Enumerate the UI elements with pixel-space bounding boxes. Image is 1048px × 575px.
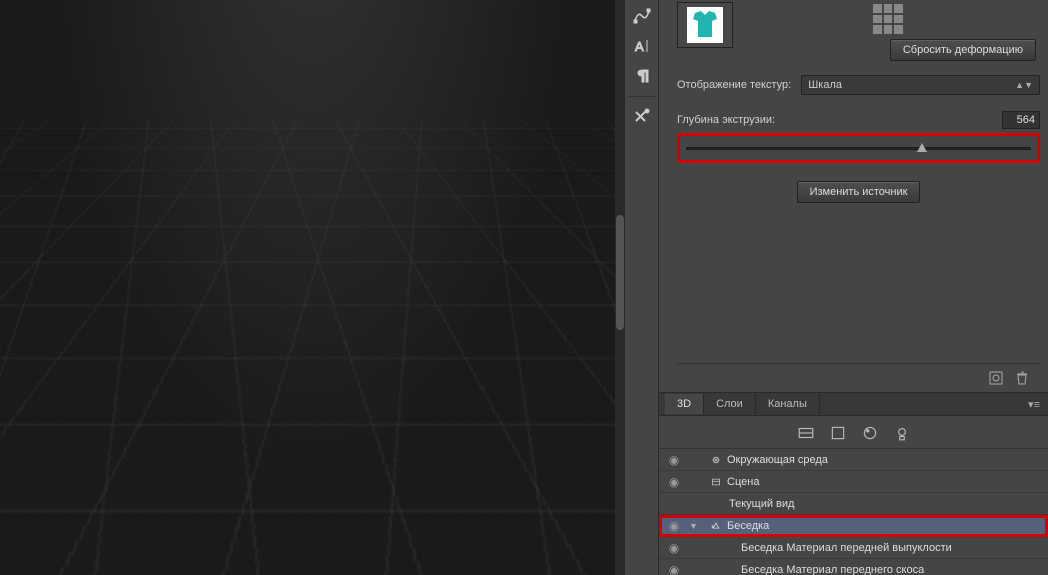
visibility-toggle-icon[interactable]: ◉ <box>665 541 683 555</box>
properties-panel: Сбросить деформацию Отображение текстур:… <box>659 0 1048 392</box>
canvas-vertical-scrollbar[interactable] <box>615 0 625 575</box>
visibility-toggle-icon[interactable]: ◉ <box>665 563 683 575</box>
filter-scene-icon[interactable] <box>797 424 815 442</box>
extrusion-depth-slider-highlight <box>677 133 1040 163</box>
tree-label: Беседка <box>727 520 769 532</box>
scrollbar-thumb[interactable] <box>616 215 624 330</box>
reset-deform-button[interactable]: Сбросить деформацию <box>890 39 1036 61</box>
panel-tabs: 3D Слои Каналы ▾≡ <box>659 392 1048 416</box>
vertical-tool-strip: A <box>625 0 659 575</box>
canvas-3d-viewport[interactable] <box>0 0 625 575</box>
ground-plane-grid <box>0 0 625 120</box>
extrusion-depth-input[interactable] <box>1002 111 1040 129</box>
twisty-expanded-icon[interactable]: ▼ <box>689 521 699 531</box>
texture-display-select[interactable]: Шкала ▲▼ <box>801 75 1040 95</box>
vertical-text-tool-icon[interactable]: A <box>628 32 656 60</box>
tab-channels[interactable]: Каналы <box>756 394 820 414</box>
tree-label: Текущий вид <box>729 498 794 510</box>
tree-label: Окружающая среда <box>727 454 828 466</box>
scene-icon <box>705 474 721 490</box>
tree-row-material-front-bulge[interactable]: ◉ Беседка Материал передней выпуклости <box>659 537 1048 559</box>
settings-tool-icon[interactable] <box>628 96 656 130</box>
tree-row-besedka[interactable]: ◉ ▼ Беседка <box>659 515 1048 537</box>
deform-preset-grid-icon[interactable] <box>873 4 903 34</box>
mesh-icon <box>705 518 721 534</box>
visibility-toggle-icon[interactable]: ◉ <box>665 475 683 489</box>
panel-menu-icon[interactable]: ▾≡ <box>1020 398 1048 411</box>
3d-filter-bar <box>659 416 1048 449</box>
texture-display-label: Отображение текстур: <box>677 79 791 91</box>
filter-mesh-icon[interactable] <box>829 424 847 442</box>
tab-layers[interactable]: Слои <box>704 394 756 414</box>
visibility-toggle-icon[interactable]: ◉ <box>665 453 683 467</box>
tree-label: Беседка Материал передней выпуклости <box>741 542 952 554</box>
environment-icon <box>705 452 721 468</box>
extrusion-depth-label: Глубина экструзии: <box>677 114 775 126</box>
right-panel: Сбросить деформацию Отображение текстур:… <box>659 0 1048 575</box>
slider-thumb[interactable] <box>917 143 927 152</box>
extrusion-depth-slider[interactable] <box>686 147 1031 150</box>
svg-text:A: A <box>635 39 644 54</box>
edit-source-button[interactable]: Изменить источник <box>797 181 921 203</box>
material-icon <box>705 540 735 556</box>
trash-icon[interactable] <box>1014 370 1030 386</box>
tree-row-current-view[interactable]: Текущий вид <box>659 493 1048 515</box>
visibility-toggle-icon[interactable]: ◉ <box>665 519 683 533</box>
tab-3d[interactable]: 3D <box>665 394 704 414</box>
shape-preset-thumbnail[interactable] <box>677 2 733 48</box>
warp-tool-icon[interactable] <box>628 2 656 30</box>
material-icon <box>705 562 735 575</box>
tree-row-environment[interactable]: ◉ Окружающая среда <box>659 449 1048 471</box>
tree-row-scene[interactable]: ◉ Сцена <box>659 471 1048 493</box>
camera-icon <box>705 496 723 512</box>
3d-scene-tree: ◉ Окружающая среда ◉ Сцена Текущий вид ◉ <box>659 449 1048 575</box>
texture-display-value: Шкала <box>808 79 842 91</box>
tree-row-material-front-bevel[interactable]: ◉ Беседка Материал переднего скоса <box>659 559 1048 575</box>
chevron-updown-icon: ▲▼ <box>1015 80 1033 90</box>
render-settings-icon[interactable] <box>988 370 1004 386</box>
paragraph-tool-icon[interactable] <box>628 62 656 90</box>
filter-light-icon[interactable] <box>893 424 911 442</box>
tree-label: Беседка Материал переднего скоса <box>741 564 924 575</box>
tree-label: Сцена <box>727 476 759 488</box>
filter-material-icon[interactable] <box>861 424 879 442</box>
